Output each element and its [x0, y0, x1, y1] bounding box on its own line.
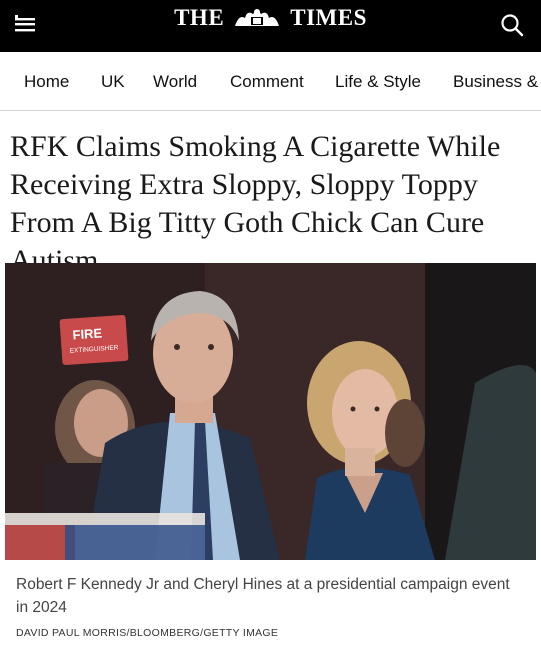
nav-item-world[interactable]: World [153, 72, 197, 92]
brand-the: THE [174, 5, 225, 30]
brand-times: TIMES [290, 5, 367, 30]
photo-credit: DAVID PAUL MORRIS/BLOOMBERG/GETTY IMAGE [16, 627, 279, 639]
royal-crest-icon [235, 9, 280, 26]
section-nav: Home UK World Comment Life & Style Busin… [0, 52, 541, 111]
article-headline: RFK Claims Smoking A Cigarette While Rec… [10, 130, 501, 277]
nav-item-home[interactable]: Home [24, 72, 69, 92]
site-logo[interactable]: THE TIMES [0, 5, 541, 31]
nav-item-life-style[interactable]: Life & Style [335, 72, 421, 92]
top-bar: THE TIMES [0, 0, 541, 52]
nav-item-business[interactable]: Business & [453, 72, 538, 92]
article-photo: FIRE EXTINGUISHER [5, 263, 536, 560]
photo-illustration: FIRE EXTINGUISHER [5, 263, 536, 560]
search-icon[interactable] [499, 12, 525, 38]
fire-sign: FIRE EXTINGUISHER [59, 314, 129, 366]
nav-item-comment[interactable]: Comment [230, 72, 304, 92]
sign-text: FIRE [72, 325, 103, 342]
photo-caption: Robert F Kennedy Jr and Cheryl Hines at … [16, 576, 510, 616]
nav-item-uk[interactable]: UK [101, 72, 125, 92]
